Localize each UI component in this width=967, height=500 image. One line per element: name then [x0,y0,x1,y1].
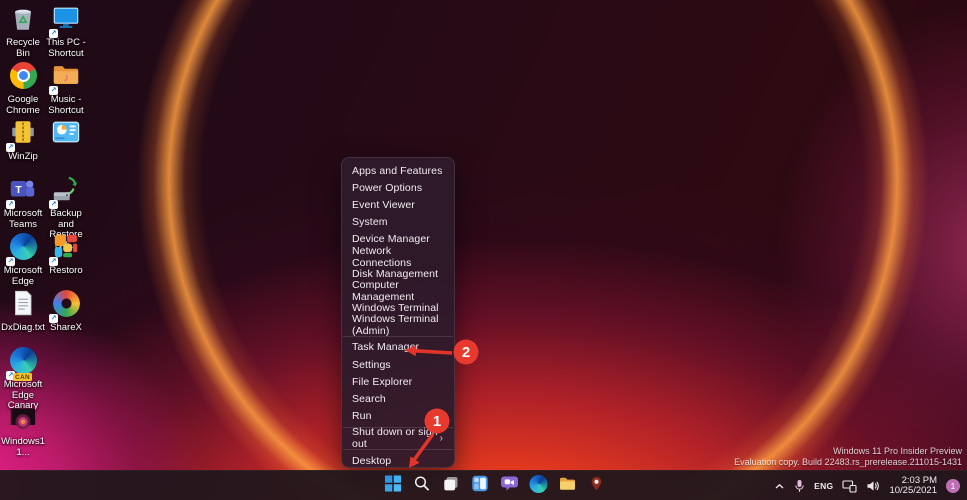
desktop-icon-label: ShareX [50,322,82,333]
desktop-icon-microsoft-teams[interactable]: T ↗ Microsoft Teams [0,175,46,232]
menu-item-shut-down-or-sign-out[interactable]: Shut down or sign out › [344,426,452,450]
control-panel-icon [51,117,81,152]
desktop-icon-label: DxDiag.txt [1,322,45,333]
desktop-icon-label: Google Chrome [6,94,40,116]
menu-item-run[interactable]: Run [344,408,452,425]
menu-item-desktop[interactable]: Desktop [344,452,452,469]
folder-icon [558,475,576,497]
menu-item-search[interactable]: Search [344,390,452,407]
menu-item-file-explorer[interactable]: File Explorer [344,373,452,390]
taskbar-pinned-app-button[interactable] [583,473,609,499]
taskbar-center-group [380,471,609,500]
search-icon [414,475,431,497]
winx-context-menu: Apps and Features Power Options Event Vi… [341,157,455,468]
desktop-icon-label: Restoro [49,265,83,276]
desktop-icon-control-panel[interactable]: ↗ [43,118,89,175]
taskbar-widgets-button[interactable] [467,473,493,499]
annotation-overlay: 2 1 [405,339,479,468]
desktop-icon-label: WinZip [8,151,38,162]
desktop-screen: ↗ Recycle Bin ↗ Google Chrome ↗ WinZip T… [0,0,967,500]
desktop-icon-label: Recycle Bin [6,37,40,59]
hidden-icons-chevron-icon[interactable] [774,482,785,491]
shortcut-arrow-icon: ↗ [49,314,58,323]
desktop-icon-column-1: ↗ Recycle Bin ↗ Google Chrome ↗ WinZip T… [0,4,46,460]
taskbar-start-button[interactable] [380,473,406,499]
svg-text:♪: ♪ [64,72,70,84]
desktop-icon-backup-and-restore-wi[interactable]: ↗ Backup and Restore (Wi... [43,175,89,250]
shortcut-arrow-icon: ↗ [6,257,15,266]
desktop-icon-label: Microsoft Edge [3,265,43,287]
menu-item-task-manager[interactable]: Task Manager [344,339,452,356]
menu-item-computer-management[interactable]: Computer Management [344,279,452,303]
menu-separator [343,335,453,337]
desktop-icon-label: Microsoft Teams [3,208,43,230]
chrome-icon [9,61,37,94]
desktop-icon-sharex[interactable]: ↗ ShareX [43,289,89,346]
menu-item-apps-and-features[interactable]: Apps and Features [344,162,452,179]
shortcut-arrow-icon: ↗ [49,86,58,95]
taskbar: ENG 2:03 PM 10/25/2021 1 [0,470,967,500]
taskbar-task-view-button[interactable] [438,473,464,499]
desktop-icon-label: This PC - Shortcut [46,37,86,59]
chat-icon [500,475,518,497]
system-tray: ENG 2:03 PM 10/25/2021 1 [774,471,967,500]
svg-text:T: T [15,185,22,196]
menu-item-event-viewer[interactable]: Event Viewer [344,196,452,213]
volume-icon[interactable] [866,480,880,492]
desktop-icon-label: Windows11... [1,436,45,458]
image-thumbnail-icon [8,402,38,437]
tray-date: 10/25/2021 [889,485,937,496]
desktop-icon-windows11[interactable]: ↗ Windows11... [0,403,46,460]
menu-item-system[interactable]: System [344,214,452,231]
widgets-icon [472,475,489,497]
desktop-icon-column-2: ↗ This PC - Shortcut ♪ ↗ Music - Shortcu… [43,4,89,346]
watermark-line1: Windows 11 Pro Insider Preview [833,446,962,456]
step2-number: 2 [462,344,470,361]
taskbar-chat-button[interactable] [496,473,522,499]
shortcut-arrow-icon: ↗ [49,29,58,38]
taskbar-search-button[interactable] [409,473,435,499]
notification-badge[interactable]: 1 [946,479,960,493]
evaluation-watermark: Windows 11 Pro Insider Preview Evaluatio… [734,446,962,467]
menu-item-power-options[interactable]: Power Options [344,179,452,196]
desktop-icon-microsoft-edge[interactable]: ↗ Microsoft Edge [0,232,46,289]
clock[interactable]: 2:03 PM 10/25/2021 [889,475,937,497]
shortcut-arrow-icon: ↗ [6,143,15,152]
desktop-icon-winzip[interactable]: ↗ WinZip [0,118,46,175]
shortcut-arrow-icon: ↗ [49,200,58,209]
desktop-icon-dxdiag-txt[interactable]: ↗ DxDiag.txt [0,289,46,346]
taskbar-file-explorer-button[interactable] [554,473,580,499]
language-indicator[interactable]: ENG [814,481,833,491]
desktop-icon-restoro[interactable]: ↗ Restoro [43,232,89,289]
taskbar-edge-button[interactable] [525,473,551,499]
desktop-icon-music-shortcut[interactable]: ♪ ↗ Music - Shortcut [43,61,89,118]
canary-badge: CAN [13,373,32,381]
desktop-icon-this-pc-shortcut[interactable]: ↗ This PC - Shortcut [43,4,89,61]
submenu-chevron-icon: › [439,432,443,444]
edge-taskbar-icon [529,474,547,498]
shortcut-arrow-icon: ↗ [6,200,15,209]
recycle-bin-icon [8,3,38,38]
menu-item-windows-terminal-admin[interactable]: Windows Terminal (Admin) [344,313,452,337]
desktop-icon-google-chrome[interactable]: ↗ Google Chrome [0,61,46,118]
desktop-icon-microsoft-edge-canary[interactable]: ↗ CAN Microsoft Edge Canary [0,346,46,411]
map-pin-icon [588,475,604,497]
start-icon [384,475,402,497]
network-icon[interactable] [842,479,858,493]
menu-item-settings[interactable]: Settings [344,356,452,373]
desktop-icon-label: Music - Shortcut [48,94,84,116]
shortcut-arrow-icon: ↗ [49,257,58,266]
text-file-icon [8,288,38,323]
menu-separator [343,449,453,450]
task-view-icon [443,475,460,497]
watermark-line2: Evaluation copy. Build 22483.rs_prerelea… [734,456,962,467]
desktop-icon-recycle-bin[interactable]: ↗ Recycle Bin [0,4,46,61]
menu-item-network-connections[interactable]: Network Connections [344,245,452,269]
microphone-icon[interactable] [794,479,805,493]
